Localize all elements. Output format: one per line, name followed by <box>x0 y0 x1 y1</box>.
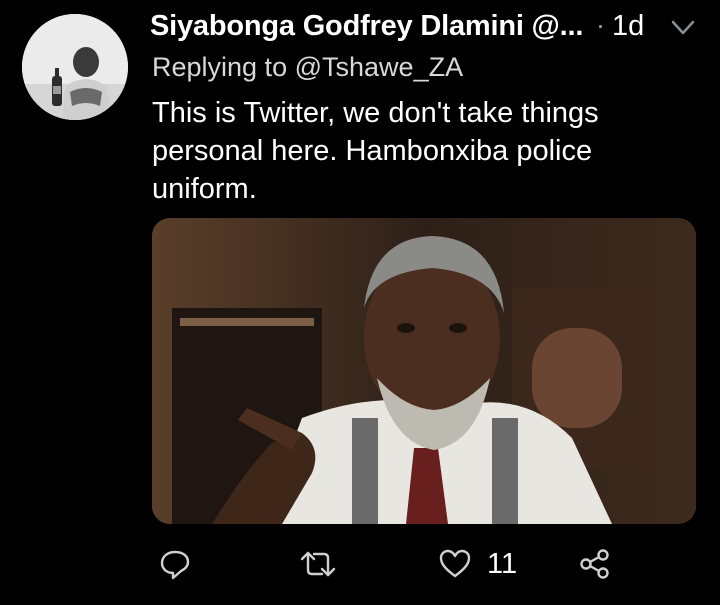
media-photo <box>152 218 696 524</box>
tweet-text: This is Twitter, we don't take things pe… <box>152 97 599 205</box>
retweet-button[interactable] <box>300 548 336 580</box>
retweet-icon <box>300 551 336 577</box>
tweet-actions: 11 <box>0 540 720 590</box>
replying-prefix: Replying to <box>152 52 288 82</box>
tweet-media-image[interactable] <box>152 218 696 524</box>
reply-icon <box>160 550 190 580</box>
share-icon <box>580 549 609 579</box>
heart-icon <box>439 549 471 578</box>
avatar-photo <box>22 14 128 120</box>
replying-to: Replying to @Tshawe_ZA <box>152 52 463 83</box>
replying-to-handle[interactable]: @Tshawe_ZA <box>295 52 463 82</box>
tweet-timestamp[interactable]: 1d <box>612 10 644 43</box>
author-name[interactable]: Siyabonga Godfrey Dlamini <box>150 10 524 42</box>
reply-button[interactable] <box>159 548 191 580</box>
author-name-line[interactable]: Siyabonga Godfrey Dlamini @... <box>150 10 583 43</box>
separator-dot: · <box>596 10 605 40</box>
like-button[interactable] <box>438 548 472 580</box>
share-button[interactable] <box>579 548 611 580</box>
avatar[interactable] <box>22 14 128 120</box>
author-handle[interactable]: @... <box>532 10 584 42</box>
chevron-down-icon[interactable] <box>670 18 696 38</box>
like-count: 11 <box>487 548 518 580</box>
tweet-header: Siyabonga Godfrey Dlamini @... · 1d <box>150 8 710 48</box>
